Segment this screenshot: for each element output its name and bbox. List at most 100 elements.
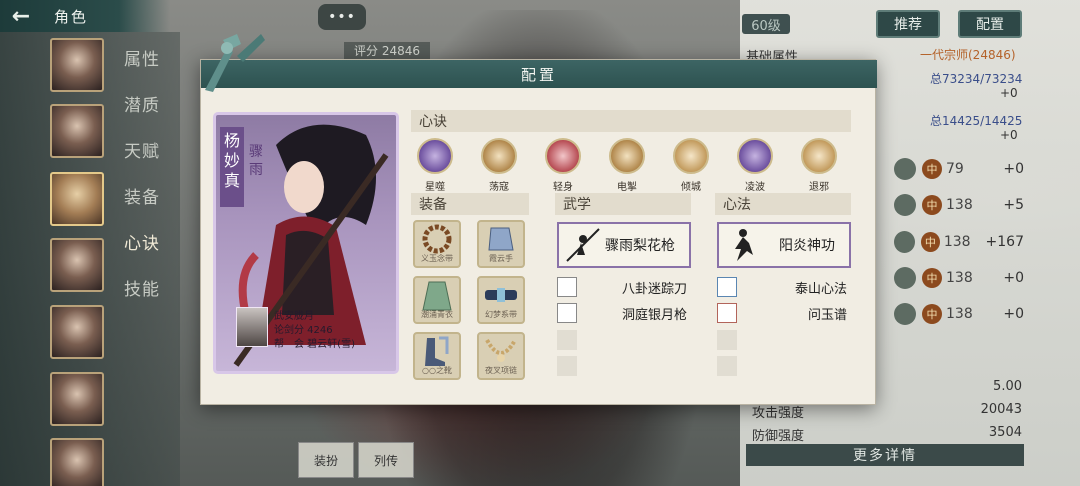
equipment-slot[interactable]: ○○之靴: [413, 332, 461, 380]
equipment-label: 义玉念带: [421, 254, 453, 263]
equipment-label: 幻梦系带: [485, 310, 517, 319]
config-button[interactable]: 配置: [958, 10, 1022, 38]
skill-orb-icon: [673, 138, 709, 174]
tab-potential[interactable]: 潜质: [124, 91, 160, 116]
martial-main-label: 骤雨梨花枪: [605, 238, 675, 254]
skill-slot[interactable]: 倾城: [671, 138, 711, 193]
empty-slot[interactable]: [717, 356, 737, 376]
martial-sub-label: 洞庭银月枪: [621, 307, 687, 323]
character-alias: 骤雨: [249, 144, 263, 178]
section-skills-heading: 心诀: [411, 110, 851, 132]
recommend-button[interactable]: 推荐: [876, 10, 940, 38]
hp-bonus: +0: [1000, 86, 1018, 100]
skill-label: 倾城: [681, 182, 701, 193]
character-guild: 帮 会 碧云轩(雪): [274, 339, 355, 350]
martial-sub-row[interactable]: 洞庭银月枪: [557, 302, 687, 324]
roster-portrait-selected[interactable]: [50, 172, 104, 226]
skill-slot[interactable]: 荡寇: [479, 138, 519, 193]
character-info: 武安胧月 论剑分 4246 帮 会 碧云轩(雪): [236, 307, 386, 357]
stat-line-value: 5.00: [993, 379, 1022, 394]
equipment-slot[interactable]: 潮涌青衣: [413, 276, 461, 324]
roster-portrait[interactable]: [50, 238, 104, 292]
chat-button[interactable]: •••: [318, 4, 366, 30]
skill-label: 电掣: [617, 182, 637, 193]
skill-slot[interactable]: 轻身: [543, 138, 583, 193]
mp-bonus: +0: [1000, 128, 1018, 142]
robe-icon: [422, 281, 452, 311]
player-avatar: [236, 307, 268, 347]
character-score: 论剑分 4246: [274, 325, 333, 336]
character-card: 杨妙真 骤雨 武安胧月 论剑分 4246 帮 会 碧云轩(雪): [213, 112, 399, 374]
biography-button[interactable]: 列传: [358, 442, 414, 478]
equipment-slot[interactable]: 霞云手: [477, 220, 525, 268]
tab-talent[interactable]: 天赋: [124, 137, 160, 162]
skill-slot[interactable]: 电掣: [607, 138, 647, 193]
skill-slot[interactable]: 星噬: [415, 138, 455, 193]
stat-bonus: +5: [1003, 197, 1024, 213]
roster-portrait[interactable]: [50, 104, 104, 158]
equipment-slot[interactable]: 夜叉项链: [477, 332, 525, 380]
tab-attributes[interactable]: 属性: [124, 45, 160, 70]
empty-slot[interactable]: [717, 330, 737, 350]
stat-grade-badge: 中: [920, 232, 940, 252]
stat-line-value: 20043: [980, 402, 1022, 417]
stat-line-value: 3504: [988, 425, 1022, 440]
roster-portrait[interactable]: [50, 438, 104, 486]
equipment-label: 夜叉项链: [485, 366, 517, 375]
top-bar: ← 角色: [0, 0, 170, 32]
skill-label: 凌波: [745, 182, 765, 193]
heart-main-slot[interactable]: 阳炎神功: [717, 222, 851, 268]
mp-total: 总14425/14425: [930, 114, 1023, 128]
stat-row: 中 138 +0: [894, 267, 1024, 289]
stat-value: 138: [946, 197, 973, 213]
skill-orb-icon: [545, 138, 581, 174]
skill-label: 荡寇: [489, 182, 509, 193]
stat-row: 中 138 +5: [894, 194, 1024, 216]
stat-value: 79: [946, 161, 964, 177]
martial-main-slot[interactable]: 骤雨梨花枪: [557, 222, 691, 268]
skill-orb-icon: [737, 138, 773, 174]
stat-icon: [894, 231, 915, 253]
back-arrow-icon[interactable]: ←: [0, 1, 42, 31]
belt-icon: [485, 288, 517, 302]
tab-equipment[interactable]: 装备: [124, 183, 160, 208]
sword-ornament-icon: [205, 34, 265, 92]
hp-total: 总73234/73234: [930, 72, 1023, 86]
roster-portrait[interactable]: [50, 305, 104, 359]
heart-sub-row[interactable]: 泰山心法: [717, 276, 847, 298]
martial-sub-row[interactable]: 八卦迷踪刀: [557, 276, 687, 298]
stat-row: 中 79 +0: [894, 158, 1024, 180]
roster-portrait[interactable]: [50, 38, 104, 92]
top-title: 角色: [54, 7, 89, 26]
stat-grade-badge: 中: [922, 195, 942, 215]
roster-portrait[interactable]: [50, 372, 104, 426]
beads-bracelet-icon: [422, 224, 452, 254]
section-heart-heading: 心法: [715, 193, 851, 215]
skill-slot[interactable]: 凌波: [735, 138, 775, 193]
empty-slot[interactable]: [557, 356, 577, 376]
more-details-button[interactable]: 更多详情: [746, 444, 1024, 466]
background-score: 评分 24846: [344, 42, 430, 60]
stat-bonus: +0: [1003, 270, 1024, 286]
config-dialog: 配置 杨妙真 骤雨 武安胧月 论剑分 4246 帮 会 碧云轩(雪) 心诀 星噬: [200, 34, 877, 405]
equipment-slot[interactable]: 义玉念带: [413, 220, 461, 268]
stat-value: 138: [943, 234, 971, 250]
character-name: 杨妙真: [220, 127, 244, 207]
dialog-header: 配置: [201, 60, 877, 88]
outfit-button[interactable]: 装扮: [298, 442, 354, 478]
gauntlet-icon: [488, 227, 514, 251]
skill-orb-icon: [801, 138, 837, 174]
stat-bonus: +0: [1003, 161, 1024, 177]
empty-slot[interactable]: [557, 330, 577, 350]
equipment-slot[interactable]: 幻梦系带: [477, 276, 525, 324]
stat-icon: [894, 267, 916, 289]
stat-row: 中 138 +167: [894, 231, 1024, 253]
skill-label: 轻身: [553, 182, 573, 193]
section-martial-heading: 武学: [555, 193, 691, 215]
tab-skills[interactable]: 技能: [124, 275, 160, 300]
tab-mind-arts[interactable]: 心诀: [124, 229, 160, 254]
heart-sub-row[interactable]: 问玉谱: [717, 302, 847, 324]
scroll-icon: [717, 277, 737, 297]
skill-slot[interactable]: 退邪: [799, 138, 839, 193]
skill-label: 退邪: [809, 182, 829, 193]
